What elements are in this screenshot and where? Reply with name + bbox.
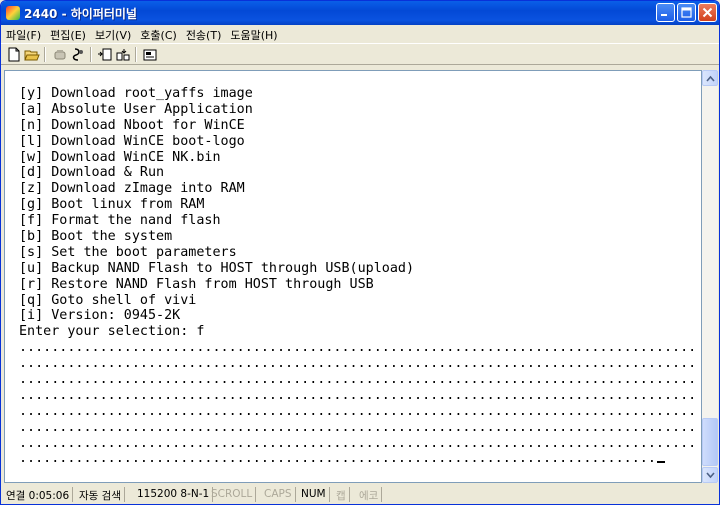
- status-scroll: SCROLL: [208, 487, 257, 502]
- terminal-output[interactable]: [y] Download root_yaffs image [a] Absolut…: [19, 86, 694, 464]
- menu-bar: 파일(F) 편집(E) 보기(V) 호출(C) 전송(T) 도움말(H): [1, 25, 719, 43]
- disconnect-icon: [72, 48, 83, 61]
- terminal-line: [g] Boot linux from RAM: [19, 197, 205, 213]
- terminal-line: ........................................…: [19, 419, 694, 435]
- open-icon: [24, 50, 40, 61]
- status-capture: 캡: [333, 487, 350, 502]
- terminal-line: [u] Backup NAND Flash to HOST through US…: [19, 260, 415, 276]
- toolbar-separator: [135, 47, 137, 62]
- new-button[interactable]: [6, 47, 22, 62]
- title-bar[interactable]: 2440 - 하이퍼터미널: [1, 1, 719, 25]
- status-bar: 연결 0:05:06 자동 검색 115200 8-N-1 SCROLL CAP…: [1, 485, 719, 504]
- menu-file[interactable]: 파일(F): [1, 25, 45, 43]
- menu-help[interactable]: 도움말(H): [225, 25, 281, 43]
- close-icon: [702, 7, 713, 18]
- menu-call[interactable]: 호출(C): [135, 25, 181, 43]
- menu-transfer[interactable]: 전송(T): [181, 25, 226, 43]
- connect-button[interactable]: [52, 47, 68, 62]
- status-autodetect: 자동 검색: [76, 487, 125, 502]
- receive-button[interactable]: [115, 47, 131, 62]
- terminal-line: ........................................…: [19, 435, 694, 451]
- terminal-line: [b] Boot the system: [19, 229, 173, 245]
- window-title: 2440 - 하이퍼터미널: [24, 7, 137, 21]
- toolbar: [1, 43, 719, 65]
- terminal-line: [z] Download zImage into RAM: [19, 181, 245, 197]
- scroll-down-button[interactable]: [702, 467, 718, 483]
- minimize-icon: [661, 14, 667, 16]
- connect-icon: [54, 50, 66, 60]
- terminal-line: [q] Goto shell of vivi: [19, 292, 197, 308]
- close-button[interactable]: [698, 3, 717, 22]
- toolbar-separator: [44, 47, 46, 62]
- properties-button[interactable]: [142, 47, 158, 62]
- app-icon[interactable]: [6, 6, 20, 20]
- hyperterminal-window: 2440 - 하이퍼터미널 파일(F) 편집(E) 보기(V) 호출(C) 전송(T) 도…: [0, 0, 720, 505]
- toolbar-separator: [90, 47, 92, 62]
- maximize-icon: [681, 7, 692, 18]
- status-connected-time: 연결 0:05:06: [3, 487, 74, 502]
- terminal-line: [y] Download root_yaffs image: [19, 86, 253, 101]
- scroll-thumb[interactable]: [702, 418, 718, 466]
- vertical-scrollbar[interactable]: [702, 70, 718, 483]
- terminal-line: ........................................…: [19, 372, 694, 388]
- terminal-line: ........................................…: [19, 356, 694, 372]
- text-cursor: [656, 461, 665, 464]
- terminal-line: ........................................…: [19, 403, 694, 419]
- menu-edit[interactable]: 편집(E): [45, 25, 90, 43]
- status-num: NUM: [298, 487, 330, 502]
- menu-view[interactable]: 보기(V): [90, 25, 135, 43]
- terminal-line: [n] Download Nboot for WinCE: [19, 117, 245, 133]
- terminal-line: ........................................…: [19, 340, 694, 356]
- terminal-screen[interactable]: [y] Download root_yaffs image [a] Absolut…: [4, 70, 702, 483]
- send-button[interactable]: [97, 47, 113, 62]
- status-echo: 에코: [356, 487, 383, 502]
- send-icon: [98, 48, 112, 61]
- terminal-line: ........................................…: [19, 451, 694, 464]
- scroll-up-button[interactable]: [702, 70, 718, 86]
- receive-icon: [116, 49, 130, 61]
- terminal-line: [s] Set the boot parameters: [19, 244, 237, 260]
- properties-icon: [143, 49, 157, 61]
- terminal-line: [i] Version: 0945-2K: [19, 308, 181, 324]
- arrow-down-icon: [706, 472, 715, 479]
- terminal-line: [d] Download & Run: [19, 165, 165, 181]
- minimize-button[interactable]: [656, 3, 675, 22]
- open-button[interactable]: [24, 47, 40, 62]
- terminal-line: [l] Download WinCE boot-logo: [19, 133, 245, 149]
- status-caps: CAPS: [261, 487, 296, 502]
- terminal-line: Enter your selection: f: [19, 324, 205, 340]
- new-icon: [8, 47, 20, 62]
- status-port-settings: 115200 8-N-1: [134, 487, 214, 502]
- terminal-line: [f] Format the nand flash: [19, 213, 221, 229]
- disconnect-button[interactable]: [70, 47, 86, 62]
- terminal-line: [w] Download WinCE NK.bin: [19, 149, 221, 165]
- maximize-button[interactable]: [677, 3, 696, 22]
- terminal-line: [a] Absolute User Application: [19, 101, 253, 117]
- arrow-up-icon: [706, 75, 715, 82]
- terminal-line: [r] Restore NAND Flash from HOST through…: [19, 276, 374, 292]
- terminal-line: ........................................…: [19, 387, 694, 403]
